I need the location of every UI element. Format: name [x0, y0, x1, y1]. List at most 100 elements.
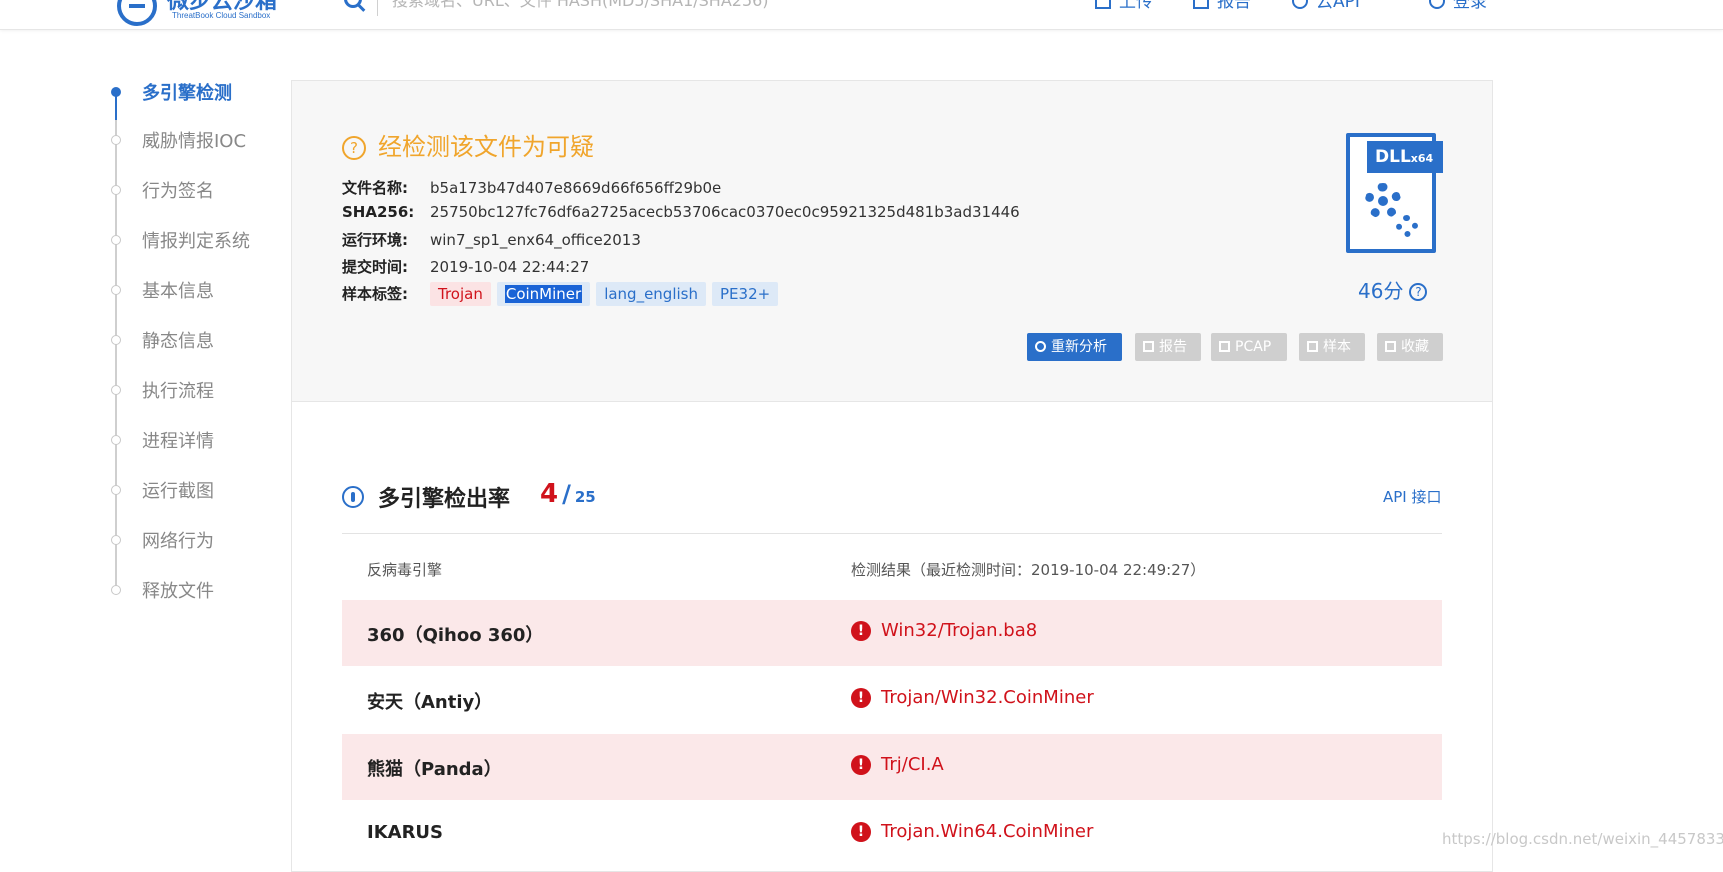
reanalyze-button[interactable]: 重新分析: [1027, 333, 1122, 361]
detection-ratio: 4/25: [540, 479, 596, 509]
api-link[interactable]: API 接口: [1383, 486, 1442, 507]
help-icon[interactable]: ?: [1409, 283, 1428, 301]
tag-pe32plus[interactable]: PE32+: [712, 282, 779, 306]
search-input[interactable]: [390, 0, 934, 13]
document-icon: [1143, 341, 1154, 352]
ratio-separator: /: [562, 480, 571, 508]
favorite-label: 收藏: [1401, 339, 1429, 355]
report-label: 报告: [1159, 339, 1187, 355]
sidebar-item-process-details[interactable]: 进程详情: [108, 427, 278, 453]
timeline-dot: [111, 585, 121, 595]
nav-cloud-api[interactable]: 云API: [1292, 0, 1386, 12]
user-icon: [1429, 0, 1445, 9]
nav-upload[interactable]: 上传: [1095, 0, 1153, 12]
sidebar-item-label: 行为签名: [142, 181, 214, 202]
sidebar-item-label: 多引擎检测: [142, 83, 232, 104]
info-value-environment: win7_sp1_enx64_office2013: [430, 231, 641, 249]
score-value: 46分: [1358, 279, 1404, 303]
sidebar-item-network-behavior[interactable]: 网络行为: [108, 527, 278, 553]
detection-result: ! Win32/Trojan.ba8: [851, 620, 1037, 641]
table-row: 熊猫（Panda） ! Trj/CI.A: [342, 734, 1442, 800]
top-navbar: 微步云沙箱 ThreatBook Cloud Sandbox 上传 报告 云AP…: [0, 0, 1723, 30]
refresh-icon: [1035, 341, 1046, 352]
sidebar-item-static-info[interactable]: 静态信息: [108, 327, 278, 353]
timeline-dot: [111, 435, 121, 445]
sidebar-item-label: 释放文件: [142, 581, 214, 602]
timeline-dot: [111, 235, 121, 245]
column-header-engine: 反病毒引擎: [367, 561, 443, 579]
thermometer-icon: [342, 486, 364, 508]
verdict-heading: ? 经检测该文件为可疑: [342, 127, 594, 162]
sidebar-item-intel-verdict[interactable]: 情报判定系统: [108, 227, 278, 253]
watermark: https://blog.csdn.net/weixin_44578334: [1442, 830, 1723, 848]
alert-icon: !: [851, 621, 871, 641]
tag-trojan[interactable]: Trojan: [430, 282, 491, 306]
result-text: Trj/CI.A: [881, 754, 944, 775]
favorite-button[interactable]: 收藏: [1377, 333, 1443, 361]
reanalyze-label: 重新分析: [1051, 339, 1107, 355]
sidebar-item-behavior-signatures[interactable]: 行为签名: [108, 177, 278, 203]
timeline-dot: [111, 135, 121, 145]
info-key: 样本标签:: [342, 285, 408, 303]
timeline-dot: [111, 185, 121, 195]
heart-icon: [1385, 341, 1396, 352]
search-icon[interactable]: [344, 0, 362, 8]
pcap-button[interactable]: PCAP: [1211, 333, 1287, 361]
info-row-tags: 样本标签: Trojan CoinMiner lang_english PE32+: [342, 282, 784, 306]
info-key: 提交时间:: [342, 258, 408, 276]
sidebar-item-label: 威胁情报IOC: [142, 131, 247, 152]
engine-name: 熊猫（Panda）: [367, 759, 502, 780]
logo-subtitle: ThreatBook Cloud Sandbox: [172, 11, 271, 20]
sidebar-item-execution-flow[interactable]: 执行流程: [108, 377, 278, 403]
table-row: IKARUS ! Trojan.Win64.CoinMiner: [342, 801, 1442, 867]
detection-result: ! Trj/CI.A: [851, 754, 944, 775]
info-key: SHA256:: [342, 203, 415, 221]
logo-icon: [117, 0, 157, 26]
result-text: Trojan.Win64.CoinMiner: [881, 821, 1094, 842]
engine-name: 安天（Antiy）: [367, 692, 493, 713]
report-button[interactable]: 报告: [1135, 333, 1201, 361]
question-icon: ?: [342, 136, 366, 160]
timeline-dot: [111, 87, 121, 97]
info-value-submit-time: 2019-10-04 22:44:27: [430, 258, 590, 276]
info-row-filename: 文件名称: b5a173b47d407e8669d66f656ff29b0e: [342, 177, 721, 199]
sidebar-item-label: 情报判定系统: [142, 231, 250, 252]
sidebar-item-ioc[interactable]: 威胁情报IOC: [108, 127, 278, 153]
tag-coinminer-label: CoinMiner: [504, 285, 583, 303]
threat-score: 46分?: [1358, 275, 1428, 304]
timeline-dot: [111, 485, 121, 495]
nav-login[interactable]: 登录: [1429, 0, 1487, 12]
file-type: DLL: [1375, 147, 1411, 167]
report-icon: [1193, 0, 1209, 9]
alert-icon: !: [851, 822, 871, 842]
info-value-filename: b5a173b47d407e8669d66f656ff29b0e: [430, 179, 722, 197]
file-arch: x64: [1410, 152, 1434, 165]
info-key: 运行环境:: [342, 231, 408, 249]
info-value-sha256: 25750bc127fc76df6a2725acecb53706cac0370e…: [430, 203, 1020, 221]
detection-result: ! Trojan.Win64.CoinMiner: [851, 821, 1093, 842]
result-text: Win32/Trojan.ba8: [881, 620, 1038, 641]
sample-download-button[interactable]: 样本: [1299, 333, 1365, 361]
sidebar-item-basic-info[interactable]: 基本信息: [108, 277, 278, 303]
gear-icon: [1365, 183, 1401, 219]
info-key: 文件名称:: [342, 179, 408, 197]
sidebar-item-multi-engine[interactable]: 多引擎检测: [108, 79, 278, 105]
sidebar-item-label: 静态信息: [142, 331, 214, 352]
timeline-dot: [111, 285, 121, 295]
logo[interactable]: 微步云沙箱 ThreatBook Cloud Sandbox: [117, 0, 307, 26]
tag-lang-english[interactable]: lang_english: [596, 282, 706, 306]
sidebar-item-dropped-files[interactable]: 释放文件: [108, 577, 278, 603]
sidebar-item-screenshots[interactable]: 运行截图: [108, 477, 278, 503]
detection-title: 多引擎检出率: [378, 487, 511, 512]
summary-card: ? 经检测该文件为可疑 文件名称: b5a173b47d407e8669d66f65…: [292, 81, 1492, 402]
verdict-text: 经检测该文件为可疑: [378, 133, 594, 161]
sidebar-item-label: 执行流程: [142, 381, 214, 402]
report-panel: ? 经检测该文件为可疑 文件名称: b5a173b47d407e8669d66f65…: [291, 80, 1493, 872]
info-row-sha256: SHA256: 25750bc127fc76df6a2725acecb53706c…: [342, 203, 1020, 225]
download-icon: [1307, 341, 1318, 352]
file-type-badge: DLLx64: [1367, 141, 1443, 173]
result-text: Trojan/Win32.CoinMiner: [881, 687, 1094, 708]
tag-coinminer[interactable]: CoinMiner: [496, 282, 591, 306]
sidebar-item-label: 基本信息: [142, 281, 214, 302]
nav-report[interactable]: 报告: [1193, 0, 1251, 12]
